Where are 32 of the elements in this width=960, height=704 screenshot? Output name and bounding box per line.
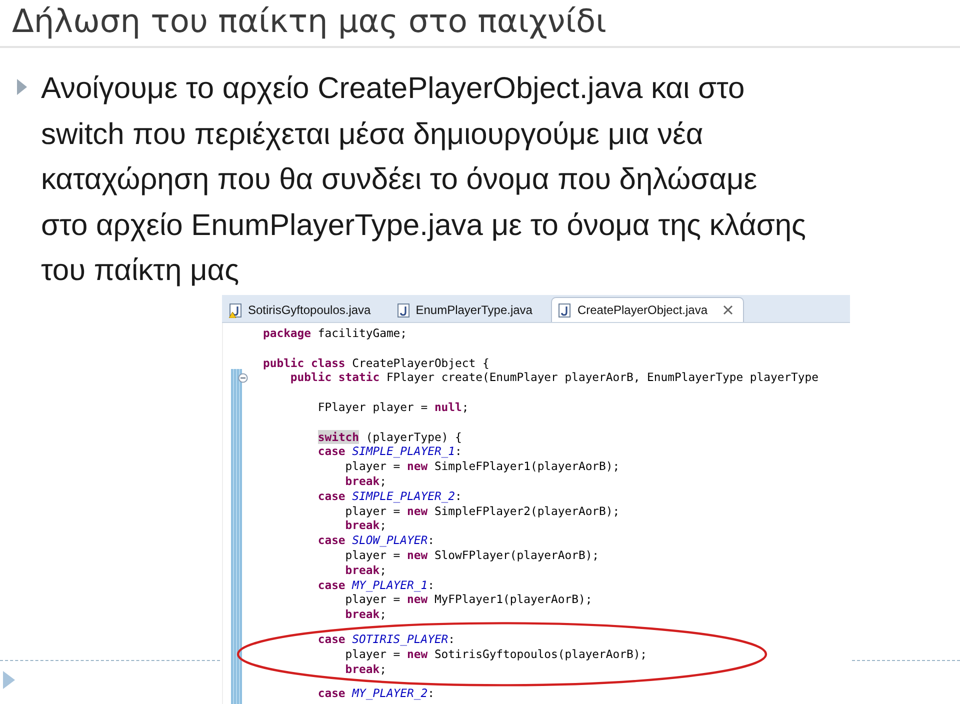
code-line: case SIMPLE_PLAYER_1: (316, 444, 463, 460)
code-line: break; (344, 607, 388, 622)
code-line: public class CreatePlayerObject { (263, 356, 490, 370)
code-line: break; (344, 518, 388, 534)
code-line: player = new SimpleFPlayer1(playerAorB); (344, 459, 621, 474)
editor-tab[interactable]: EnumPlayerType.java (390, 297, 544, 322)
code-line: FPlayer player = null; (316, 400, 470, 415)
code-line: case MY_PLAYER_1: (316, 578, 436, 592)
code-line: case SIMPLE_PLAYER_2: (316, 488, 463, 504)
code-line: case SLOW_PLAYER: (316, 533, 436, 548)
code-line: break; (344, 562, 388, 578)
code-line: player = new SotirisGyftopoulos(playerAorB); (344, 646, 648, 662)
bullet-icon (16, 78, 28, 96)
code-line: player = new MyFPlayer1(playerAorB); (344, 592, 594, 608)
collapse-icon[interactable] (238, 373, 248, 384)
bullet-text: Ανοίγουμε το αρχείο CreatePlayerObject.java και στο switch που περιέχεται μέσα δημιουργούμε μια νέα καταχώρηση που θα συνδέει το όνομα που δηλώσαμε στο αρχείο EnumPlayerType.java με το όνομα της κλάσης του παίκτη μας (41, 71, 806, 289)
java-file-warning-icon (229, 302, 243, 318)
editor-tab[interactable]: CreatePlayerObject.java (551, 297, 744, 322)
code-line: switch (playerType) { (316, 430, 463, 444)
code-line: player = new SimpleFPlayer2(playerAorB); (344, 504, 621, 518)
close-icon[interactable] (722, 305, 733, 315)
java-file-icon (396, 302, 411, 318)
java-file-icon (558, 302, 572, 318)
code-line: break; (344, 662, 388, 676)
code-line: case MY_PLAYER_2: (316, 686, 436, 702)
code-line: public static FPlayer create(EnumPlayer playerAorB, EnumPlayerType playerType (263, 370, 818, 386)
code-line: case SOTIRIS_PLAYER: (316, 632, 456, 647)
code-line: break; (344, 474, 388, 489)
code-line: package facilityGame; (263, 326, 408, 341)
slide-title: Δήλωση του παίκτη μας στο παιχνίδι (11, 1, 606, 42)
code-line: player = new SlowFPlayer(playerAorB); (344, 548, 600, 563)
editor-tab[interactable]: SotirisGyftopoulos.java (222, 297, 382, 322)
